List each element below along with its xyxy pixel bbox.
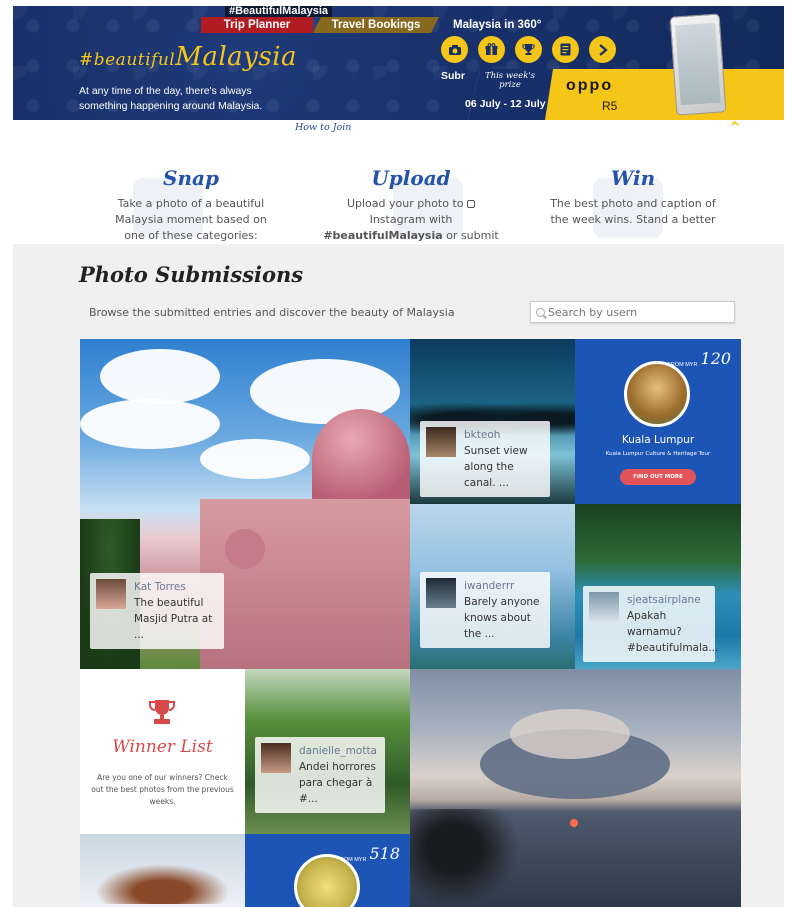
phone-image	[669, 13, 727, 116]
tab-malaysia-360[interactable]: Malaysia in 360°	[439, 17, 555, 33]
photo-tile-iwanderrr[interactable]: iwanderrr Barely anyone knows about the …	[410, 504, 575, 669]
prize-brand-logo: oppo	[566, 77, 614, 94]
banner-title: #beautifulMalaysia	[79, 42, 297, 72]
tab-trip-planner[interactable]: Trip Planner	[201, 17, 313, 33]
upload-text-mid: Instagram with	[369, 213, 453, 226]
mosque-small-dome	[225, 529, 265, 569]
search-box[interactable]	[530, 301, 735, 323]
mosque-body	[200, 499, 410, 669]
upload-text-post: or submit	[442, 229, 499, 242]
tab-travel-bookings[interactable]: Travel Bookings	[313, 17, 439, 33]
submission-caption: Apakah warnamu? #beautifulmala...	[627, 610, 719, 654]
banner-subtitle: At any time of the day, there's always s…	[79, 85, 263, 112]
step-snap: Snap Take a photo of a beautiful Malaysi…	[113, 166, 269, 244]
promo-tile-kuala-lumpur[interactable]: FROM MYR 120 Kuala Lumpur Kuala Lumpur C…	[575, 339, 741, 504]
submission-card[interactable]: sjeatsairplane Apakah warnamu? #beautifu…	[583, 586, 719, 662]
temple-image	[624, 361, 690, 427]
submission-card[interactable]: danielle_motta Andei horrores para chega…	[255, 737, 385, 813]
search-icon	[536, 307, 545, 317]
mosque-dome	[312, 409, 410, 509]
submission-caption: Sunset view along the canal. ...	[464, 445, 528, 489]
sun	[570, 819, 578, 827]
submission-caption: Andei horrores para chegar à #...	[299, 761, 376, 805]
arrow-right-icon[interactable]	[589, 36, 616, 63]
promo-city: Kuala Lumpur	[621, 434, 695, 446]
avatar	[426, 578, 456, 608]
title-prefix: #beautiful	[79, 50, 176, 70]
submit-label[interactable]: Subr	[441, 70, 465, 82]
promo-tile-durian[interactable]: FROM MYR 518	[245, 834, 410, 907]
how-to-join-bar: How to Join ^	[13, 120, 784, 138]
find-out-more-button[interactable]: FIND OUT MORE	[620, 469, 696, 485]
upload-text-pre: Upload your photo to	[346, 197, 468, 210]
banner-hashtag: #BeautifulMalaysia	[225, 6, 333, 17]
palm-silhouette	[410, 809, 520, 907]
photo-submissions-section: Photo Submissions Browse the submitted e…	[13, 244, 784, 907]
gift-icon[interactable]	[478, 36, 505, 63]
submission-username[interactable]: sjeatsairplane	[627, 592, 718, 608]
winner-list-text: Are you one of our winners? Check out th…	[91, 773, 234, 806]
step-win-text: The best photo and caption of the week w…	[550, 197, 716, 226]
trophy-icon[interactable]	[515, 36, 542, 63]
avatar	[589, 592, 619, 622]
step-upload-title: Upload	[371, 166, 451, 190]
submission-caption: Barely anyone knows about the ...	[464, 596, 540, 640]
submission-username[interactable]: danielle_motta	[299, 743, 379, 759]
winner-list-tile[interactable]: Winner List Are you one of our winners? …	[80, 669, 245, 834]
step-snap-text: Take a photo of a beautiful Malaysia mom…	[115, 197, 267, 242]
trophy-icon	[149, 700, 175, 724]
step-snap-title: Snap	[163, 166, 219, 190]
photo-tile-beach-sunset[interactable]	[410, 669, 741, 907]
cloud	[100, 349, 220, 404]
cloud	[200, 439, 310, 479]
cloud	[510, 709, 630, 759]
photo-tile-eagle[interactable]	[80, 834, 245, 907]
chevron-up-icon[interactable]: ^	[729, 120, 741, 136]
photo-grid: Kat Torres The beautiful Masjid Putra at…	[80, 339, 741, 907]
photo-tile-sjeatsairplane[interactable]: sjeatsairplane Apakah warnamu? #beautifu…	[575, 504, 741, 669]
title-main: Malaysia	[175, 42, 298, 72]
prize-model: R5	[602, 99, 618, 113]
step-upload-text: Upload your photo to Instagram with #bea…	[323, 196, 499, 244]
cloud	[80, 399, 220, 449]
prize-label: This week's prize	[484, 71, 536, 90]
submission-card[interactable]: iwanderrr Barely anyone knows about the …	[420, 572, 550, 648]
camera-icon[interactable]	[441, 36, 468, 63]
submission-username[interactable]: Kat Torres	[134, 579, 218, 595]
price-tag: FROM MYR 120	[668, 349, 732, 368]
photo-tile-danielle-motta[interactable]: danielle_motta Andei horrores para chega…	[245, 669, 410, 834]
upload-hashtag: #beautifulMalaysia	[323, 229, 443, 242]
how-it-works: Snap Take a photo of a beautiful Malaysi…	[13, 140, 784, 244]
submission-username[interactable]: iwanderrr	[464, 578, 544, 594]
winner-list-title[interactable]: Winner List	[80, 737, 245, 757]
submission-caption: The beautiful Masjid Putra at ...	[134, 597, 213, 641]
top-nav: Trip Planner Travel Bookings Malaysia in…	[201, 17, 555, 33]
submission-username[interactable]: bkteoh	[464, 427, 544, 443]
step-upload: Upload Upload your photo to Instagram wi…	[323, 166, 499, 244]
avatar	[96, 579, 126, 609]
prize-dates: 06 July - 12 July	[465, 98, 546, 110]
section-description: Browse the submitted entries and discove…	[89, 306, 455, 319]
document-icon[interactable]	[552, 36, 579, 63]
eagle-statue	[95, 864, 230, 904]
avatar	[426, 427, 456, 457]
price-amount: 518	[369, 844, 400, 863]
section-title: Photo Submissions	[79, 262, 304, 287]
promo-tour: Kuala Lumpur Culture & Heritage Tour	[605, 451, 711, 457]
avatar	[261, 743, 291, 773]
photo-tile-bkteoh[interactable]: bkteoh Sunset view along the canal. ...	[410, 339, 575, 504]
search-input[interactable]	[548, 305, 728, 319]
banner-icon-row	[441, 36, 616, 63]
campaign-banner: #BeautifulMalaysia Trip Planner Travel B…	[13, 6, 784, 120]
photo-tile-kat-torres[interactable]: Kat Torres The beautiful Masjid Putra at…	[80, 339, 410, 669]
submission-card[interactable]: Kat Torres The beautiful Masjid Putra at…	[90, 573, 224, 649]
instagram-icon	[467, 200, 476, 208]
submission-card[interactable]: bkteoh Sunset view along the canal. ...	[420, 421, 550, 497]
how-to-join-link[interactable]: How to Join	[295, 122, 351, 133]
step-win-title: Win	[610, 166, 656, 190]
price-amount: 120	[700, 349, 731, 368]
step-win: Win The best photo and caption of the we…	[548, 166, 718, 228]
